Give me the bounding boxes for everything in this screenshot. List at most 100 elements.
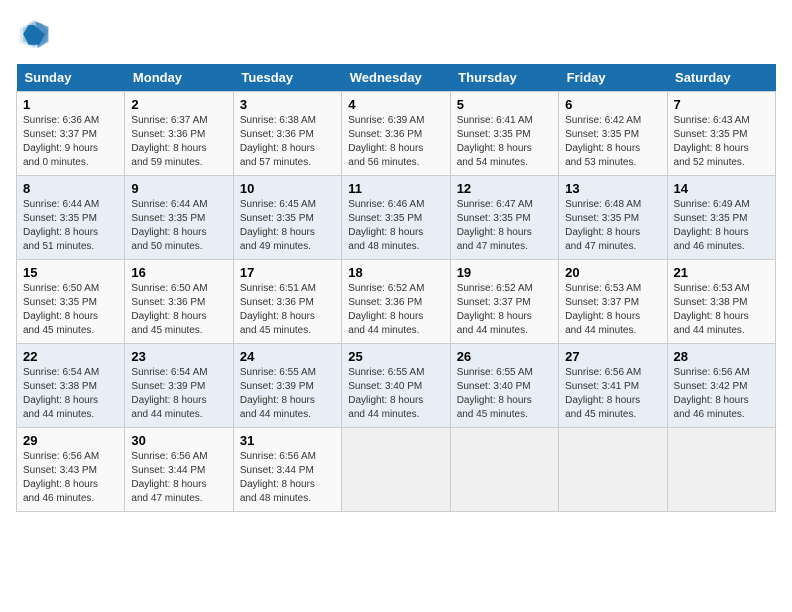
col-saturday: Saturday: [667, 64, 775, 92]
calendar-cell: [559, 428, 667, 512]
day-number: 31: [240, 433, 335, 448]
day-number: 17: [240, 265, 335, 280]
calendar-cell: 19Sunrise: 6:52 AM Sunset: 3:37 PM Dayli…: [450, 260, 558, 344]
day-info: Sunrise: 6:42 AM Sunset: 3:35 PM Dayligh…: [565, 114, 660, 170]
day-number: 16: [131, 265, 226, 280]
col-thursday: Thursday: [450, 64, 558, 92]
day-info: Sunrise: 6:38 AM Sunset: 3:36 PM Dayligh…: [240, 114, 335, 170]
day-number: 19: [457, 265, 552, 280]
day-info: Sunrise: 6:55 AM Sunset: 3:39 PM Dayligh…: [240, 366, 335, 422]
col-monday: Monday: [125, 64, 233, 92]
calendar-cell: 25Sunrise: 6:55 AM Sunset: 3:40 PM Dayli…: [342, 344, 450, 428]
day-number: 23: [131, 349, 226, 364]
day-number: 22: [23, 349, 118, 364]
day-number: 27: [565, 349, 660, 364]
day-info: Sunrise: 6:56 AM Sunset: 3:44 PM Dayligh…: [131, 450, 226, 506]
day-number: 2: [131, 97, 226, 112]
calendar-week-row: 15 Sunrise: 6:50 AM Sunset: 3:35 PM Dayli…: [17, 260, 776, 344]
calendar-week-row: 29 Sunrise: 6:56 AM Sunset: 3:43 PM Dayli…: [17, 428, 776, 512]
day-info: Sunrise: 6:36 AM Sunset: 3:37 PM Dayligh…: [23, 114, 118, 170]
day-info: Sunrise: 6:51 AM Sunset: 3:36 PM Dayligh…: [240, 282, 335, 338]
day-info: Sunrise: 6:56 AM Sunset: 3:41 PM Dayligh…: [565, 366, 660, 422]
day-info: Sunrise: 6:41 AM Sunset: 3:35 PM Dayligh…: [457, 114, 552, 170]
day-number: 24: [240, 349, 335, 364]
day-number: 9: [131, 181, 226, 196]
day-info: Sunrise: 6:54 AM Sunset: 3:39 PM Dayligh…: [131, 366, 226, 422]
day-number: 5: [457, 97, 552, 112]
calendar-cell: 5 Sunrise: 6:41 AM Sunset: 3:35 PM Daylig…: [450, 92, 558, 176]
calendar-week-row: 22 Sunrise: 6:54 AM Sunset: 3:38 PM Dayli…: [17, 344, 776, 428]
day-number: 6: [565, 97, 660, 112]
calendar-cell: 4 Sunrise: 6:39 AM Sunset: 3:36 PM Daylig…: [342, 92, 450, 176]
day-info: Sunrise: 6:47 AM Sunset: 3:35 PM Dayligh…: [457, 198, 552, 254]
col-friday: Friday: [559, 64, 667, 92]
calendar-cell: 9Sunrise: 6:44 AM Sunset: 3:35 PM Daylig…: [125, 176, 233, 260]
calendar-cell: 10Sunrise: 6:45 AM Sunset: 3:35 PM Dayli…: [233, 176, 341, 260]
col-wednesday: Wednesday: [342, 64, 450, 92]
calendar-cell: 17 Sunrise: 6:51 AM Sunset: 3:36 PM Dayli…: [233, 260, 341, 344]
day-info: Sunrise: 6:46 AM Sunset: 3:35 PM Dayligh…: [348, 198, 443, 254]
day-number: 28: [674, 349, 769, 364]
day-number: 12: [457, 181, 552, 196]
calendar-cell: 16 Sunrise: 6:50 AM Sunset: 3:36 PM Dayli…: [125, 260, 233, 344]
day-info: Sunrise: 6:52 AM Sunset: 3:36 PM Dayligh…: [348, 282, 443, 338]
day-info: Sunrise: 6:44 AM Sunset: 3:35 PM Dayligh…: [23, 198, 118, 254]
calendar-cell: 29 Sunrise: 6:56 AM Sunset: 3:43 PM Dayli…: [17, 428, 125, 512]
day-number: 10: [240, 181, 335, 196]
calendar-cell: 30Sunrise: 6:56 AM Sunset: 3:44 PM Dayli…: [125, 428, 233, 512]
calendar-cell: 8 Sunrise: 6:44 AM Sunset: 3:35 PM Daylig…: [17, 176, 125, 260]
calendar-cell: [667, 428, 775, 512]
calendar-cell: 20 Sunrise: 6:53 AM Sunset: 3:37 PM Dayli…: [559, 260, 667, 344]
col-sunday: Sunday: [17, 64, 125, 92]
day-number: 20: [565, 265, 660, 280]
day-info: Sunrise: 6:39 AM Sunset: 3:36 PM Dayligh…: [348, 114, 443, 170]
col-tuesday: Tuesday: [233, 64, 341, 92]
logo-icon: [16, 16, 52, 52]
day-number: 4: [348, 97, 443, 112]
day-info: Sunrise: 6:54 AM Sunset: 3:38 PM Dayligh…: [23, 366, 118, 422]
day-number: 11: [348, 181, 443, 196]
day-number: 15: [23, 265, 118, 280]
day-info: Sunrise: 6:56 AM Sunset: 3:42 PM Dayligh…: [674, 366, 769, 422]
day-info: Sunrise: 6:53 AM Sunset: 3:37 PM Dayligh…: [565, 282, 660, 338]
day-number: 8: [23, 181, 118, 196]
calendar-cell: 11 Sunrise: 6:46 AM Sunset: 3:35 PM Dayli…: [342, 176, 450, 260]
day-info: Sunrise: 6:49 AM Sunset: 3:35 PM Dayligh…: [674, 198, 769, 254]
day-info: Sunrise: 6:55 AM Sunset: 3:40 PM Dayligh…: [348, 366, 443, 422]
day-number: 18: [348, 265, 443, 280]
day-info: Sunrise: 6:56 AM Sunset: 3:44 PM Dayligh…: [240, 450, 335, 506]
calendar-cell: 6 Sunrise: 6:42 AM Sunset: 3:35 PM Daylig…: [559, 92, 667, 176]
day-info: Sunrise: 6:55 AM Sunset: 3:40 PM Dayligh…: [457, 366, 552, 422]
logo: [16, 16, 56, 52]
calendar-header-row: Sunday Monday Tuesday Wednesday Thursday…: [17, 64, 776, 92]
day-info: Sunrise: 6:53 AM Sunset: 3:38 PM Dayligh…: [674, 282, 769, 338]
calendar-cell: 3 Sunrise: 6:38 AM Sunset: 3:36 PM Daylig…: [233, 92, 341, 176]
day-number: 29: [23, 433, 118, 448]
day-info: Sunrise: 6:56 AM Sunset: 3:43 PM Dayligh…: [23, 450, 118, 506]
day-number: 26: [457, 349, 552, 364]
day-info: Sunrise: 6:50 AM Sunset: 3:36 PM Dayligh…: [131, 282, 226, 338]
calendar-week-row: 1Sunrise: 6:36 AM Sunset: 3:37 PM Daylig…: [17, 92, 776, 176]
calendar-cell: [342, 428, 450, 512]
calendar-cell: 21 Sunrise: 6:53 AM Sunset: 3:38 PM Dayli…: [667, 260, 775, 344]
calendar-cell: 1Sunrise: 6:36 AM Sunset: 3:37 PM Daylig…: [17, 92, 125, 176]
day-info: Sunrise: 6:48 AM Sunset: 3:35 PM Dayligh…: [565, 198, 660, 254]
day-info: Sunrise: 6:50 AM Sunset: 3:35 PM Dayligh…: [23, 282, 118, 338]
page-header: [16, 16, 776, 52]
day-info: Sunrise: 6:43 AM Sunset: 3:35 PM Dayligh…: [674, 114, 769, 170]
day-number: 21: [674, 265, 769, 280]
calendar-cell: 22 Sunrise: 6:54 AM Sunset: 3:38 PM Dayli…: [17, 344, 125, 428]
calendar-cell: 24 Sunrise: 6:55 AM Sunset: 3:39 PM Dayli…: [233, 344, 341, 428]
calendar-cell: 28 Sunrise: 6:56 AM Sunset: 3:42 PM Dayli…: [667, 344, 775, 428]
calendar-cell: [450, 428, 558, 512]
calendar-cell: 2Sunrise: 6:37 AM Sunset: 3:36 PM Daylig…: [125, 92, 233, 176]
calendar-cell: 18 Sunrise: 6:52 AM Sunset: 3:36 PM Dayli…: [342, 260, 450, 344]
day-number: 7: [674, 97, 769, 112]
calendar-cell: 15 Sunrise: 6:50 AM Sunset: 3:35 PM Dayli…: [17, 260, 125, 344]
calendar-cell: 14 Sunrise: 6:49 AM Sunset: 3:35 PM Dayli…: [667, 176, 775, 260]
day-number: 3: [240, 97, 335, 112]
calendar-week-row: 8 Sunrise: 6:44 AM Sunset: 3:35 PM Daylig…: [17, 176, 776, 260]
day-number: 14: [674, 181, 769, 196]
calendar-cell: 7 Sunrise: 6:43 AM Sunset: 3:35 PM Daylig…: [667, 92, 775, 176]
day-number: 13: [565, 181, 660, 196]
